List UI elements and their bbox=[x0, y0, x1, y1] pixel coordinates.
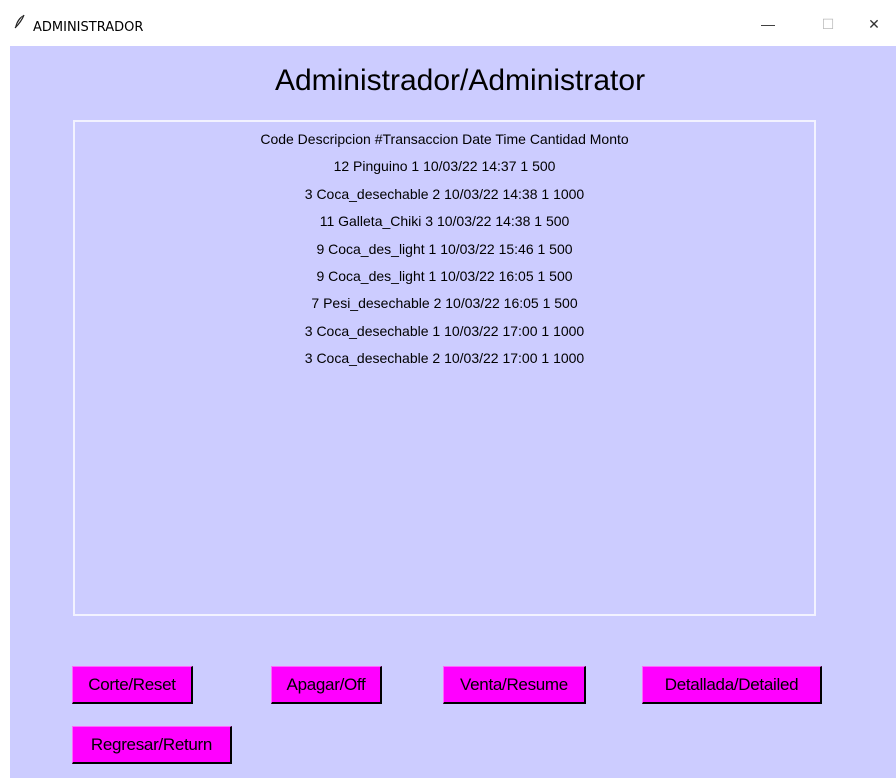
main-window: Administrador/Administrator Code Descrip… bbox=[10, 46, 896, 778]
maximize-icon[interactable]: ☐ bbox=[818, 14, 838, 34]
window-title: ADMINISTRADOR bbox=[33, 20, 144, 35]
title-bar: ADMINISTRADOR — ☐ ✕ bbox=[0, 0, 896, 46]
corte-reset-button[interactable]: Corte/Reset bbox=[72, 666, 193, 704]
list-item[interactable]: 9 Coca_des_light 1 10/03/22 15:46 1 500 bbox=[75, 236, 814, 263]
list-header[interactable]: Code Descripcion #Transaccion Date Time … bbox=[75, 126, 814, 153]
apagar-off-button[interactable]: Apagar/Off bbox=[271, 666, 382, 704]
list-item[interactable]: 11 Galleta_Chiki 3 10/03/22 14:38 1 500 bbox=[75, 208, 814, 235]
transactions-listbox[interactable]: Code Descripcion #Transaccion Date Time … bbox=[73, 120, 816, 616]
regresar-return-button[interactable]: Regresar/Return bbox=[72, 726, 232, 764]
list-item[interactable]: 3 Coca_desechable 2 10/03/22 17:00 1 100… bbox=[75, 345, 814, 372]
list-item[interactable]: 3 Coca_desechable 1 10/03/22 17:00 1 100… bbox=[75, 318, 814, 345]
detallada-detailed-button[interactable]: Detallada/Detailed bbox=[642, 666, 822, 704]
list-item[interactable]: 12 Pinguino 1 10/03/22 14:37 1 500 bbox=[75, 153, 814, 180]
page-title: Administrador/Administrator bbox=[274, 64, 646, 97]
venta-resume-button[interactable]: Venta/Resume bbox=[443, 666, 586, 704]
list-item[interactable]: 7 Pesi_desechable 2 10/03/22 16:05 1 500 bbox=[75, 290, 814, 317]
close-icon[interactable]: ✕ bbox=[864, 14, 884, 34]
list-item[interactable]: 9 Coca_des_light 1 10/03/22 16:05 1 500 bbox=[75, 263, 814, 290]
list-item[interactable]: 3 Coca_desechable 2 10/03/22 14:38 1 100… bbox=[75, 181, 814, 208]
feather-icon bbox=[12, 14, 28, 30]
minimize-icon[interactable]: — bbox=[758, 14, 778, 34]
